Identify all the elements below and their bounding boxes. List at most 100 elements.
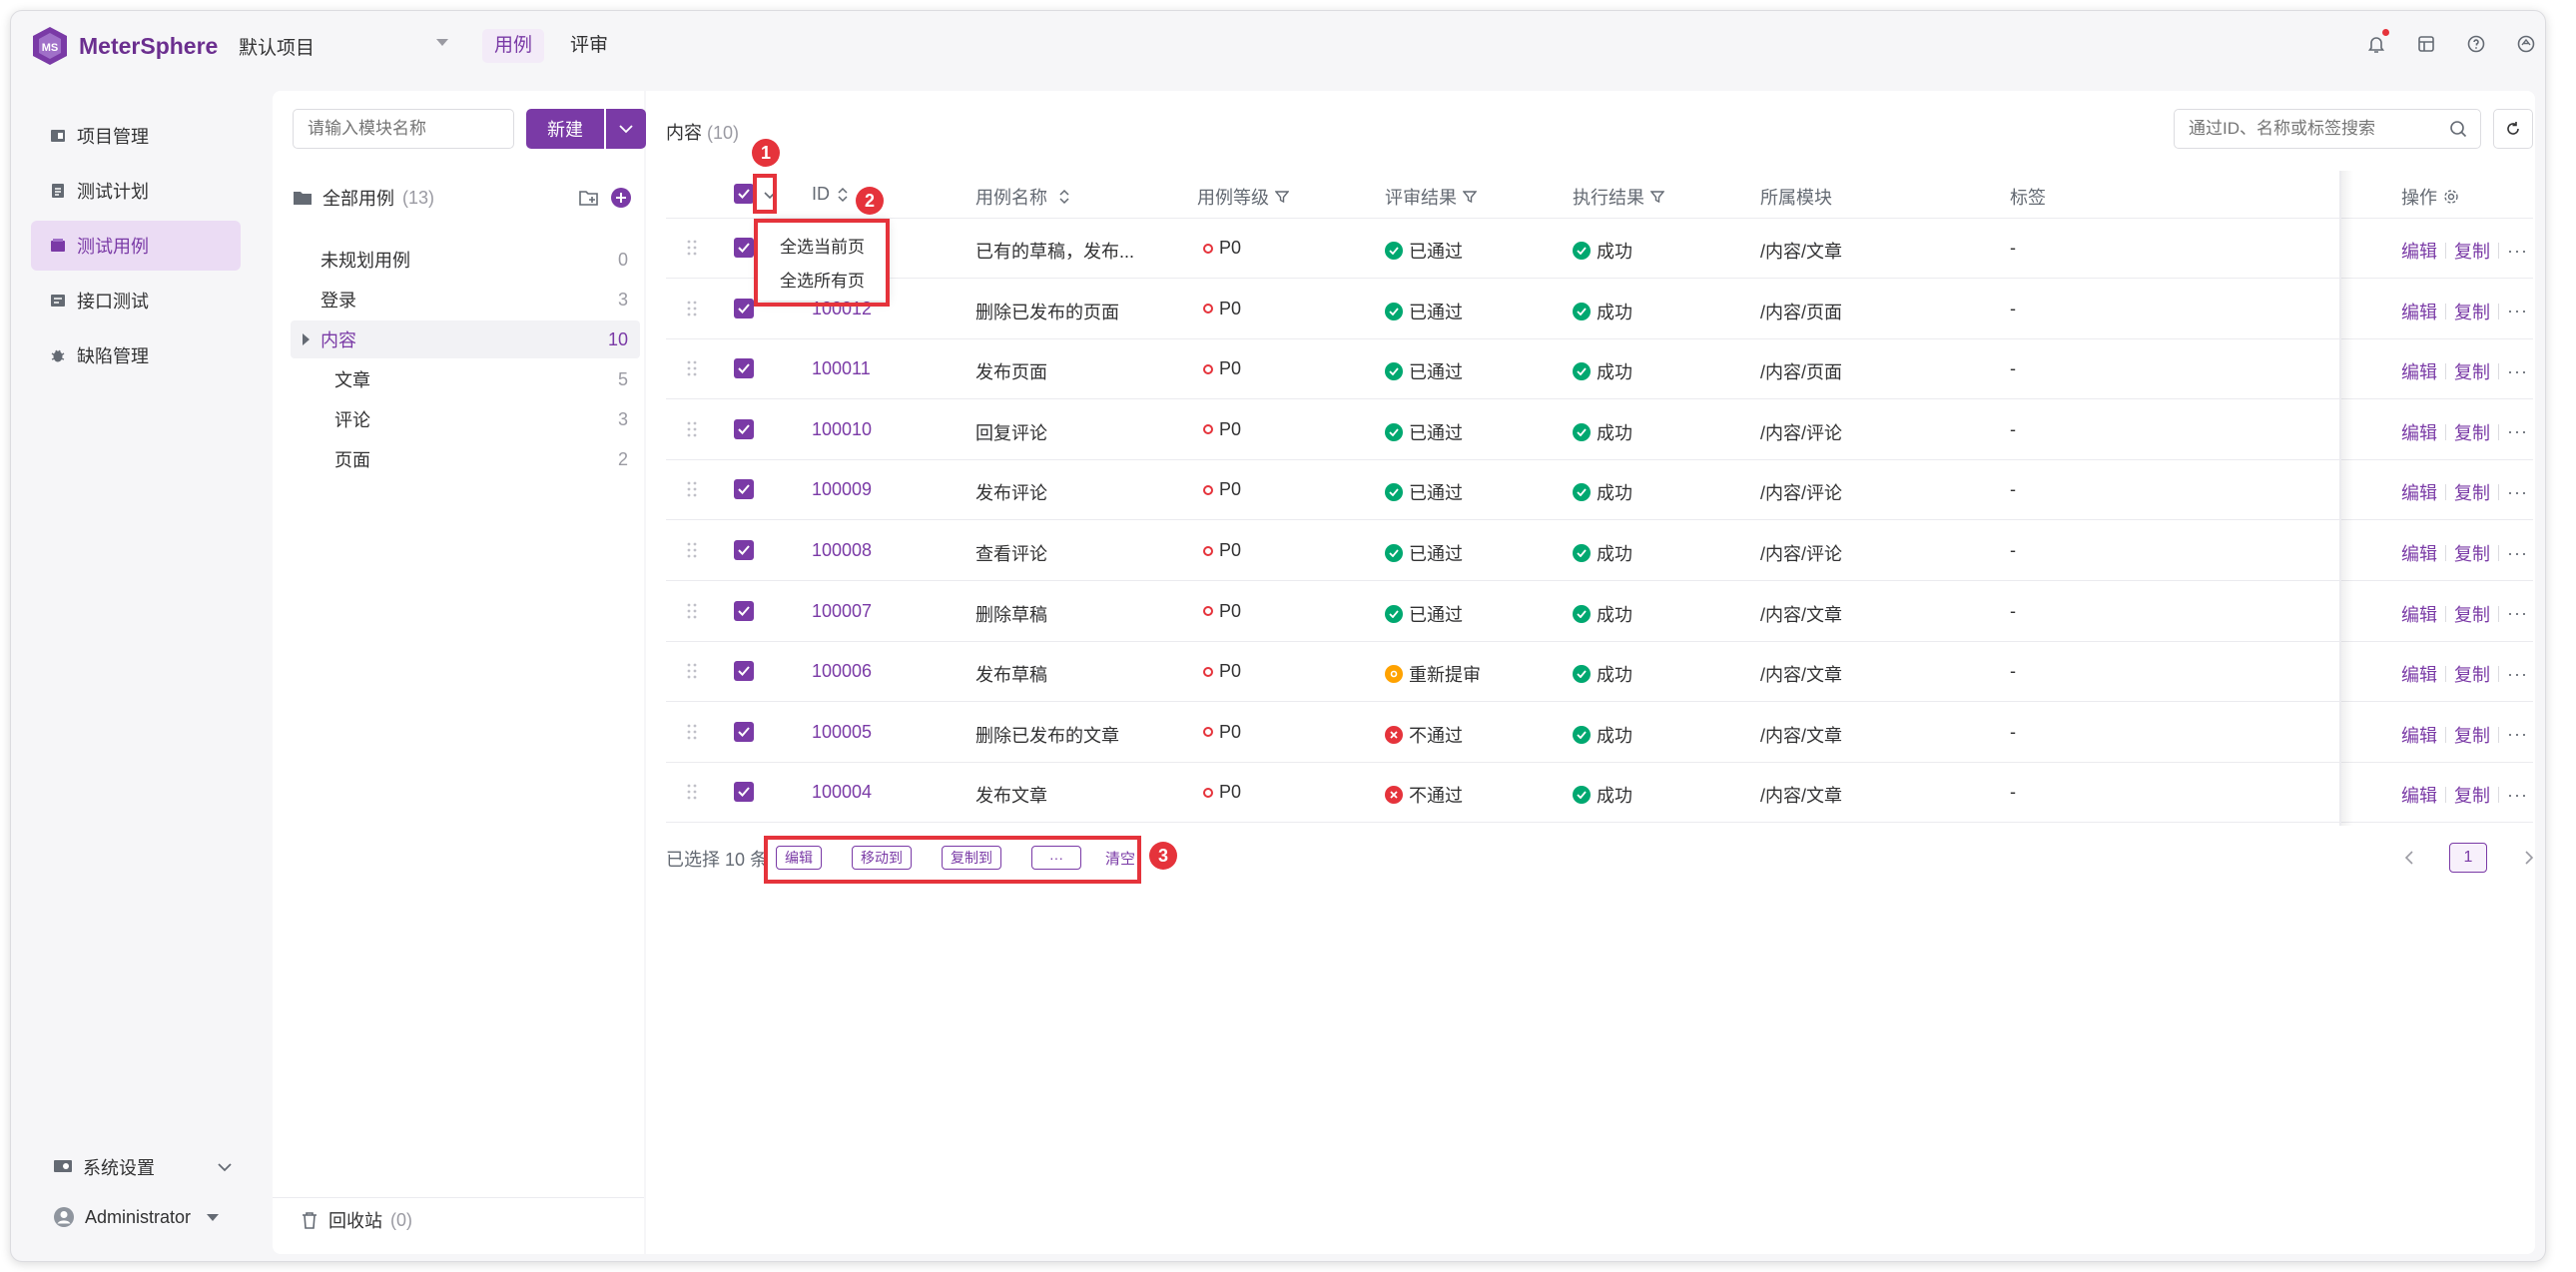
edit-link[interactable]: 编辑 [2401,661,2437,687]
tree-node-content[interactable]: 内容 10 [291,320,640,358]
case-id-link[interactable]: 100011 [812,358,871,379]
more-actions-icon[interactable]: ··· [2507,785,2528,806]
case-id-link[interactable]: 100005 [812,722,872,743]
tree-node-unplanned[interactable]: 未规划用例 0 [291,241,640,279]
case-id-link[interactable]: 100007 [812,601,872,622]
nav-system-settings[interactable]: 系统设置 [31,1147,241,1187]
table-row[interactable]: 100012 删除已发布的页面 P0 已通过 成功 /内容/页面 - 编辑 复制… [666,280,2533,339]
add-circle-icon[interactable] [610,187,632,209]
drag-handle-icon[interactable] [686,479,698,499]
caret-right-icon[interactable] [303,333,310,345]
more-actions-icon[interactable]: ··· [2507,603,2528,624]
tree-node-page[interactable]: 页面 2 [291,440,640,478]
copy-link[interactable]: 复制 [2454,358,2490,384]
gear-icon[interactable] [2443,189,2459,205]
row-checkbox[interactable] [734,418,754,439]
task-center-icon[interactable] [2415,33,2437,55]
edit-link[interactable]: 编辑 [2401,299,2437,324]
column-name[interactable]: 用例名称 [975,184,1069,210]
tree-all-cases[interactable]: 全部用例 (13) [293,183,632,213]
row-checkbox[interactable] [734,298,754,318]
row-checkbox[interactable] [734,721,754,742]
tree-node-article[interactable]: 文章 5 [291,360,640,398]
drag-handle-icon[interactable] [686,358,698,378]
case-id-link[interactable]: 100008 [812,540,872,561]
nav-project-management[interactable]: 项目管理 [31,111,241,161]
copy-link[interactable]: 复制 [2454,782,2490,808]
case-search-input[interactable] [2174,109,2481,149]
copy-link[interactable]: 复制 [2454,419,2490,445]
tab-review[interactable]: 评审 [558,29,620,63]
more-actions-icon[interactable]: ··· [2507,241,2528,262]
drag-handle-icon[interactable] [686,722,698,742]
table-row[interactable]: 100011 发布页面 P0 已通过 成功 /内容/页面 - 编辑 复制 ··· [666,339,2533,400]
case-id-link[interactable]: 100010 [812,419,872,440]
drag-handle-icon[interactable] [686,299,698,318]
edit-link[interactable]: 编辑 [2401,722,2437,748]
tree-node-login[interactable]: 登录 3 [291,281,640,318]
select-all-checkbox[interactable] [734,184,754,204]
search-icon[interactable] [2449,120,2467,138]
row-checkbox[interactable] [734,479,754,500]
row-checkbox[interactable] [734,358,754,379]
nav-test-plan[interactable]: 测试计划 [31,166,241,216]
new-case-dropdown-button[interactable] [606,109,646,149]
row-checkbox[interactable] [734,661,754,682]
row-checkbox[interactable] [734,600,754,621]
nav-api-test[interactable]: 接口测试 [31,276,241,325]
edit-link[interactable]: 编辑 [2401,238,2437,264]
copy-link[interactable]: 复制 [2454,238,2490,264]
case-id-link[interactable]: 100006 [812,661,872,682]
edit-link[interactable]: 编辑 [2401,479,2437,505]
project-selector[interactable]: 默认项目 [239,31,448,61]
copy-link[interactable]: 复制 [2454,540,2490,566]
nav-bug-management[interactable]: 缺陷管理 [31,330,241,380]
more-actions-icon[interactable]: ··· [2507,664,2528,685]
edit-link[interactable]: 编辑 [2401,782,2437,808]
more-actions-icon[interactable]: ··· [2507,421,2528,442]
language-icon[interactable] [2515,33,2537,55]
tab-cases[interactable]: 用例 [482,29,545,63]
tree-node-comment[interactable]: 评论 3 [291,400,640,438]
table-row[interactable]: 100007 删除草稿 P0 已通过 成功 /内容/文章 - 编辑 复制 ··· [666,582,2533,642]
prev-page-icon[interactable] [2403,851,2415,865]
column-exec[interactable]: 执行结果 [1573,184,1664,210]
drag-handle-icon[interactable] [686,601,698,621]
recycle-bin[interactable]: 回收站 (0) [301,1207,412,1233]
edit-link[interactable]: 编辑 [2401,601,2437,627]
nav-test-cases[interactable]: 测试用例 [31,221,241,271]
column-level[interactable]: 用例等级 [1197,184,1289,210]
drag-handle-icon[interactable] [686,661,698,681]
table-row[interactable]: 100010 回复评论 P0 已通过 成功 /内容/评论 - 编辑 复制 ··· [666,400,2533,460]
drag-handle-icon[interactable] [686,540,698,560]
next-page-icon[interactable] [2523,851,2535,865]
drag-handle-icon[interactable] [686,782,698,802]
user-menu[interactable]: Administrator [31,1197,241,1237]
module-search-input[interactable] [293,109,514,149]
drag-handle-icon[interactable] [686,419,698,439]
table-row[interactable]: 100009 发布评论 P0 已通过 成功 /内容/评论 - 编辑 复制 ··· [666,460,2533,521]
copy-link[interactable]: 复制 [2454,601,2490,627]
case-id-link[interactable]: 100009 [812,479,872,500]
more-actions-icon[interactable]: ··· [2507,724,2528,745]
copy-link[interactable]: 复制 [2454,299,2490,324]
column-id[interactable]: ID [812,184,848,205]
case-id-link[interactable]: 100004 [812,782,872,803]
row-checkbox[interactable] [734,540,754,560]
more-actions-icon[interactable]: ··· [2507,543,2528,564]
copy-link[interactable]: 复制 [2454,722,2490,748]
more-actions-icon[interactable]: ··· [2507,301,2528,321]
table-row[interactable]: 100005 删除已发布的文章 P0 不通过 成功 /内容/文章 - 编辑 复制… [666,703,2533,763]
app-logo[interactable]: MS MeterSphere [31,25,218,67]
table-row[interactable]: 100004 发布文章 P0 不通过 成功 /内容/文章 - 编辑 复制 ··· [666,763,2533,824]
table-row[interactable]: 100008 查看评论 P0 已通过 成功 /内容/评论 - 编辑 复制 ··· [666,521,2533,581]
new-case-button[interactable]: 新建 [526,109,604,149]
table-row[interactable]: 已有的草稿，发布... P0 已通过 成功 /内容/文章 - 编辑 复制 ··· [666,219,2533,279]
column-review[interactable]: 评审结果 [1385,184,1477,210]
more-actions-icon[interactable]: ··· [2507,361,2528,382]
bell-icon[interactable] [2365,29,2389,55]
edit-link[interactable]: 编辑 [2401,540,2437,566]
drag-handle-icon[interactable] [686,238,698,258]
edit-link[interactable]: 编辑 [2401,358,2437,384]
row-checkbox[interactable] [734,782,754,803]
